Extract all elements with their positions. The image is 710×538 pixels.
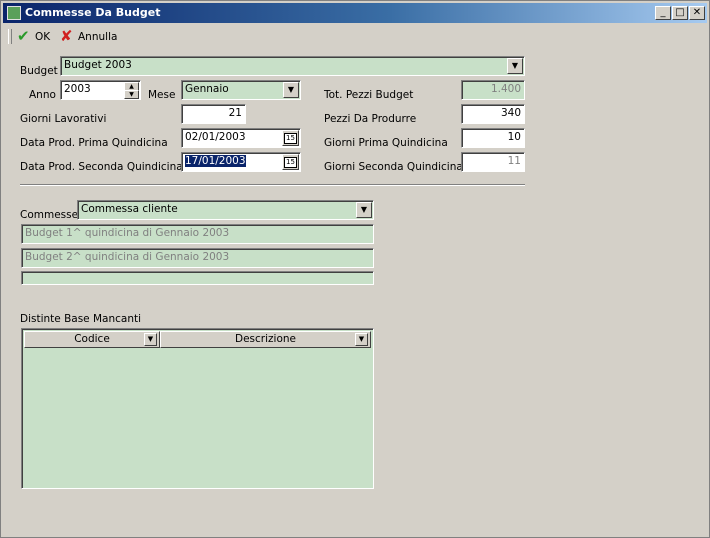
section-divider (20, 184, 525, 186)
chevron-down-icon: ▼ (287, 85, 295, 94)
budget-select[interactable]: Budget 2003 ▼ (60, 56, 525, 76)
chevron-down-icon: ▼ (358, 335, 365, 343)
giorni-seconda-label: Giorni Seconda Quindicina (324, 161, 463, 173)
pezzi-produrre-label: Pezzi Da Produrre (324, 113, 417, 125)
pezzi-produrre-input[interactable]: 340 (461, 104, 525, 124)
commesse-select[interactable]: Commessa cliente ▼ (77, 200, 374, 220)
tot-pezzi-label: Tot. Pezzi Budget (324, 89, 414, 101)
giorni-seconda-value: 11 (507, 155, 521, 167)
budget-dropdown-button[interactable]: ▼ (507, 58, 523, 74)
maximize-button[interactable]: □ (672, 6, 688, 20)
ok-label: OK (35, 31, 51, 43)
giorni-lavorativi-input[interactable]: 21 (181, 104, 246, 124)
arrow-up-icon: ▲ (129, 83, 134, 90)
mese-dropdown-button[interactable]: ▼ (283, 82, 299, 98)
data-seconda-label: Data Prod. Seconda Quindicina (20, 161, 183, 173)
window-title: Commesse Da Budget (25, 6, 161, 19)
commessa-line-2-text: Budget 2^ quindicina di Gennaio 2003 (25, 251, 230, 263)
app-icon (7, 6, 21, 20)
annulla-label: Annulla (78, 31, 118, 43)
minimize-button[interactable]: _ (655, 6, 671, 20)
data-prima-value: 02/01/2003 (185, 131, 246, 143)
giorni-prima-value: 10 (507, 131, 521, 143)
commessa-line-2: Budget 2^ quindicina di Gennaio 2003 (21, 248, 374, 268)
commesse-value: Commessa cliente (81, 203, 178, 215)
arrow-down-icon: ▼ (129, 91, 134, 98)
calendar-icon: 15 (284, 133, 297, 144)
distinte-label: Distinte Base Mancanti (20, 313, 142, 325)
data-seconda-date-input[interactable]: 17/01/2003 15 (181, 152, 301, 172)
data-seconda-calendar-button[interactable]: 15 (282, 154, 299, 170)
tot-pezzi-value: 1.400 (490, 83, 521, 95)
tot-pezzi-field: 1.400 (461, 80, 525, 100)
check-icon: ✔ (17, 27, 30, 45)
data-prima-calendar-button[interactable]: 15 (282, 130, 299, 146)
budget-value: Budget 2003 (64, 59, 132, 71)
giorni-lavorativi-label: Giorni Lavorativi (20, 113, 107, 125)
anno-value: 2003 (64, 83, 91, 95)
pezzi-produrre-value: 340 (500, 107, 521, 119)
mese-value: Gennaio (185, 83, 229, 95)
toolbar: ✔ OK ✘ Annulla (3, 25, 707, 49)
column-header-descrizione-label: Descrizione (235, 333, 296, 345)
giorni-prima-input[interactable]: 10 (461, 128, 525, 148)
column-header-codice[interactable]: Codice ▼ (24, 331, 160, 348)
distinte-grid[interactable]: Codice ▼ Descrizione ▼ (21, 328, 374, 489)
commessa-line-1-text: Budget 1^ quindicina di Gennaio 2003 (25, 227, 230, 239)
data-seconda-value: 17/01/2003 (185, 155, 246, 167)
data-prima-date-input[interactable]: 02/01/2003 15 (181, 128, 301, 148)
column-header-codice-label: Codice (74, 333, 110, 345)
chevron-down-icon: ▼ (147, 335, 154, 343)
commesse-label: Commesse (20, 209, 79, 221)
main-window: Commesse Da Budget _ □ ✕ ✔ OK ✘ Annulla … (0, 0, 710, 538)
anno-spin-down-button[interactable]: ▼ (124, 90, 139, 99)
codice-filter-button[interactable]: ▼ (144, 333, 157, 346)
budget-label: Budget (20, 65, 58, 77)
ok-button[interactable]: ✔ OK (17, 27, 51, 45)
giorni-seconda-field: 11 (461, 152, 525, 172)
chevron-down-icon: ▼ (360, 205, 368, 214)
giorni-prima-label: Giorni Prima Quindicina (324, 137, 448, 149)
close-button[interactable]: ✕ (689, 6, 705, 20)
mese-select[interactable]: Gennaio ▼ (181, 80, 301, 100)
descrizione-filter-button[interactable]: ▼ (355, 333, 368, 346)
commessa-line-3 (21, 271, 374, 285)
giorni-lavorativi-value: 21 (228, 107, 242, 119)
data-prima-label: Data Prod. Prima Quindicina (20, 137, 168, 149)
chevron-down-icon: ▼ (511, 61, 519, 70)
anno-label: Anno (29, 89, 56, 101)
toolbar-grip[interactable] (8, 29, 12, 44)
cancel-x-icon: ✘ (60, 27, 73, 45)
mese-label: Mese (148, 89, 176, 101)
commessa-line-1: Budget 1^ quindicina di Gennaio 2003 (21, 224, 374, 244)
column-header-descrizione[interactable]: Descrizione ▼ (160, 331, 371, 348)
title-bar[interactable]: Commesse Da Budget _ □ ✕ (3, 3, 707, 23)
annulla-button[interactable]: ✘ Annulla (60, 27, 120, 45)
calendar-icon: 15 (284, 157, 297, 168)
commesse-dropdown-button[interactable]: ▼ (356, 202, 372, 218)
